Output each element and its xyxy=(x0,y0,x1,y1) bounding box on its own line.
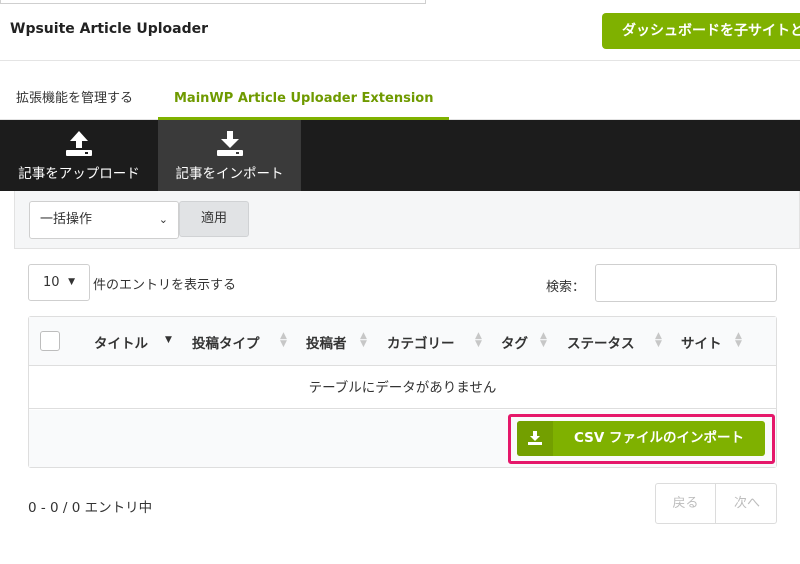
column-site[interactable]: サイト xyxy=(681,332,722,352)
header-divider xyxy=(0,60,800,61)
tab-manage-extensions[interactable]: 拡張機能を管理する xyxy=(16,80,133,120)
column-status[interactable]: ステータス xyxy=(567,332,635,352)
download-icon xyxy=(528,431,542,445)
upload-icon xyxy=(66,131,92,156)
tab-import-label: 記事をインポート xyxy=(175,166,284,182)
download-icon xyxy=(216,131,243,156)
import-csv-button[interactable]: CSV ファイルのインポート xyxy=(517,421,765,456)
select-all-checkbox[interactable] xyxy=(40,331,60,351)
tab-import-articles[interactable]: 記事をインポート xyxy=(158,120,301,191)
previous-page-button[interactable]: 戻る xyxy=(656,484,716,523)
column-author[interactable]: 投稿者 xyxy=(306,332,347,352)
tab-upload-articles[interactable]: 記事をアップロード xyxy=(0,120,158,191)
bulk-action-select[interactable]: 一括操作 ⌄ xyxy=(29,201,179,239)
sort-icon: ▲ ▼ xyxy=(360,331,367,349)
table-header: タイトル ▼ 投稿タイプ ▲ ▼ 投稿者 ▲ ▼ カテゴリー ▲ ▼ タグ ▲ ▼ ステ… xyxy=(29,317,776,366)
apply-button[interactable]: 適用 xyxy=(179,201,249,237)
tab-article-uploader-extension[interactable]: MainWP Article Uploader Extension xyxy=(158,80,450,120)
top-strip xyxy=(0,0,426,4)
sort-icon: ▲ ▼ xyxy=(540,331,547,349)
page-title: Wpsuite Article Uploader xyxy=(10,21,208,37)
empty-table-message: テーブルにデータがありません xyxy=(29,367,776,409)
caret-down-icon: ▼ xyxy=(68,277,75,287)
entries-length-select[interactable]: 10 ▼ xyxy=(28,264,90,301)
sort-icon: ▲ ▼ xyxy=(655,331,662,349)
chevron-down-icon: ⌄ xyxy=(158,213,168,226)
sort-icon: ▲ ▼ xyxy=(280,331,287,349)
dashboard-button[interactable]: ダッシュボードを子サイトと xyxy=(602,13,800,49)
search-input[interactable] xyxy=(595,264,777,302)
import-icon-area xyxy=(517,421,553,456)
sort-icon: ▲ ▼ xyxy=(475,331,482,349)
sort-icon: ▲ ▼ xyxy=(735,331,742,349)
column-tags[interactable]: タグ xyxy=(501,332,528,352)
search-label: 検索： xyxy=(546,280,586,295)
extension-tabs: 拡張機能を管理する MainWP Article Uploader Extens… xyxy=(0,80,800,120)
column-post-type[interactable]: 投稿タイプ xyxy=(192,332,260,352)
bulk-action-value: 一括操作 xyxy=(40,212,93,227)
action-tabbar: 記事をアップロード 記事をインポート xyxy=(0,120,800,191)
import-csv-label: CSV ファイルのインポート xyxy=(573,430,745,446)
table-info: 0 - 0 / 0 エントリ中 xyxy=(28,500,153,516)
column-title[interactable]: タイトル xyxy=(94,332,148,352)
tab-upload-label: 記事をアップロード xyxy=(18,166,140,182)
sort-desc-icon: ▼ xyxy=(165,335,172,345)
next-page-button[interactable]: 次へ xyxy=(717,484,777,523)
pagination: 戻る 次へ xyxy=(655,483,777,524)
bulk-actions-panel: 一括操作 ⌄ 適用 xyxy=(14,191,800,249)
column-category[interactable]: カテゴリー xyxy=(387,332,455,352)
entries-length-label: 件のエントリを表示する xyxy=(93,278,237,293)
entries-length-value: 10 xyxy=(43,275,60,290)
